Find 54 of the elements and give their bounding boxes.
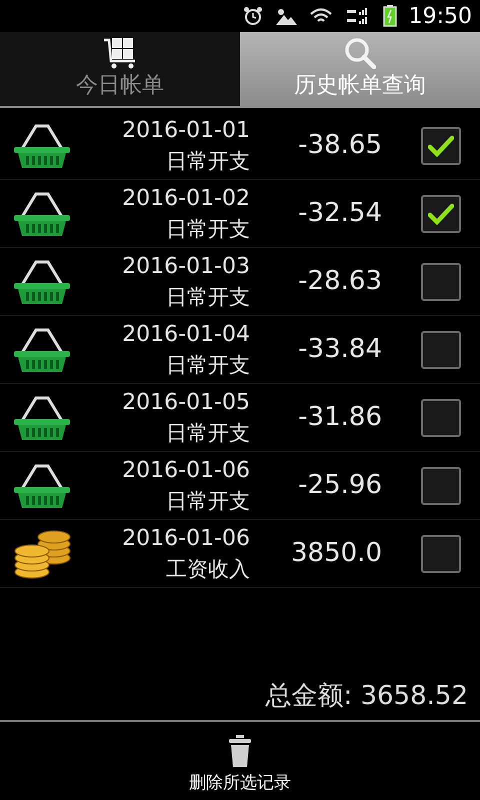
- record-row[interactable]: 2016-01-06 工资收入 3850.0: [0, 520, 480, 588]
- record-amount: -25.96: [297, 469, 382, 502]
- checkbox[interactable]: [421, 466, 461, 504]
- record-category: 工资收入: [166, 556, 250, 582]
- basket-icon: [12, 190, 72, 236]
- checkmark-icon: [428, 202, 454, 224]
- basket-icon: [12, 462, 72, 508]
- record-date: 2016-01-01: [122, 116, 250, 144]
- alarm-icon: [242, 6, 263, 26]
- record-category: 日常开支: [166, 420, 250, 446]
- record-row[interactable]: 2016-01-01 日常开支 -38.65: [0, 112, 480, 180]
- record-amount: -32.54: [297, 197, 382, 230]
- record-date: 2016-01-06: [122, 456, 250, 484]
- tab[interactable]: 今日帐单: [0, 32, 240, 106]
- checkbox[interactable]: [421, 126, 461, 164]
- weather-icon: [274, 7, 297, 25]
- record-date: 2016-01-06: [122, 524, 250, 552]
- trash-icon: [228, 734, 252, 766]
- basket-icon: [12, 326, 72, 372]
- checkmark-icon: [428, 134, 454, 156]
- record-amount: -38.65: [297, 129, 382, 162]
- record-date: 2016-01-02: [122, 184, 250, 212]
- record-amount: -33.84: [297, 333, 382, 366]
- checkbox[interactable]: [421, 398, 461, 436]
- record-amount: -28.63: [297, 265, 382, 298]
- basket-icon: [12, 122, 72, 168]
- record-row[interactable]: 2016-01-04 日常开支 -33.84: [0, 316, 480, 384]
- status-time: 19:50: [408, 2, 472, 30]
- basket-icon: [12, 394, 72, 440]
- record-category: 日常开支: [166, 488, 250, 514]
- record-date: 2016-01-03: [122, 252, 250, 280]
- record-date: 2016-01-04: [122, 320, 250, 348]
- checkbox[interactable]: [421, 330, 461, 368]
- checkbox[interactable]: [421, 262, 461, 300]
- record-amount: 3850.0: [290, 537, 382, 570]
- battery-icon: [382, 5, 397, 27]
- search-icon: [344, 37, 376, 69]
- record-date: 2016-01-05: [122, 388, 250, 416]
- checkbox[interactable]: [421, 534, 461, 572]
- basket-icon: [12, 258, 72, 304]
- record-row[interactable]: 2016-01-02 日常开支 -32.54: [0, 180, 480, 248]
- record-category: 日常开支: [166, 216, 250, 242]
- delete-button[interactable]: 删除所选记录: [189, 722, 291, 800]
- record-category: 日常开支: [166, 148, 250, 174]
- total-amount: 总金额: 3658.52: [265, 680, 468, 713]
- cart-icon: [103, 37, 137, 69]
- record-row[interactable]: 2016-01-03 日常开支 -28.63: [0, 248, 480, 316]
- coins-icon: [12, 528, 72, 580]
- record-amount: -31.86: [297, 401, 382, 434]
- record-row[interactable]: 2016-01-06 日常开支 -25.96: [0, 452, 480, 520]
- record-category: 日常开支: [166, 352, 250, 378]
- record-row[interactable]: 2016-01-05 日常开支 -31.86: [0, 384, 480, 452]
- checkbox[interactable]: [421, 194, 461, 232]
- record-category: 日常开支: [166, 284, 250, 310]
